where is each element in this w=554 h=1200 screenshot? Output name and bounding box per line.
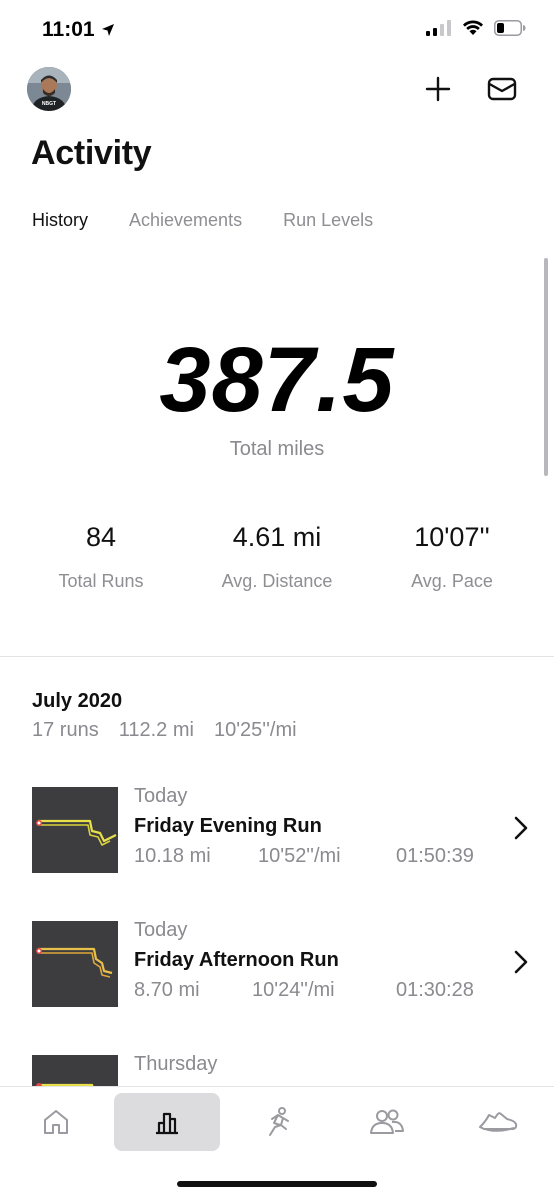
stat-value: 4.61 mi (232, 522, 322, 552)
run-list-item[interactable]: Today Friday Afternoon Run 8.70 mi 10'24… (32, 919, 532, 1007)
status-time-text: 11:01 (42, 18, 95, 41)
route-map-image (36, 819, 117, 846)
month-distance: 112.2 mi (118, 719, 194, 741)
home-indicator[interactable] (177, 1181, 377, 1187)
total-miles-value: 387.5 (159, 329, 395, 431)
tab-run[interactable] (224, 1093, 330, 1151)
stat-value: 84 (85, 522, 117, 552)
plus-icon (425, 76, 451, 102)
run-duration: 01:30:28 (396, 979, 474, 1001)
route-map-image (36, 947, 113, 978)
page-title: Activity (31, 134, 152, 172)
mail-icon (487, 77, 517, 101)
stat-avg-distance: 4.61 mi Avg. Distance (187, 522, 367, 592)
month-summary: 17 runs 112.2 mi 10'25''/mi (32, 719, 297, 742)
run-name: Friday Afternoon Run (134, 949, 339, 971)
run-pace: 10'52''/mi (258, 845, 341, 867)
run-day: Today (134, 785, 188, 807)
activity-chart-icon (156, 1112, 178, 1135)
month-pace: 10'25''/mi (213, 719, 297, 741)
cellular-signal-icon (426, 20, 451, 36)
status-time: 11:01 (42, 18, 115, 42)
tab-achievements[interactable]: Achievements (129, 210, 242, 231)
tab-shoes[interactable] (445, 1093, 551, 1151)
run-distance: 8.70 mi (134, 979, 200, 1001)
stat-label: Avg. Distance (221, 571, 333, 591)
month-runs: 17 runs (32, 719, 99, 741)
inbox-button[interactable] (485, 72, 519, 106)
run-distance: 10.18 mi (134, 845, 211, 867)
section-divider (0, 656, 554, 657)
avatar[interactable]: NBGT (27, 67, 71, 111)
run-duration: 01:50:39 (396, 845, 474, 867)
add-button[interactable] (421, 72, 455, 106)
svg-text:NBGT: NBGT (42, 101, 56, 107)
run-day: Thursday (134, 1053, 218, 1075)
status-icons (426, 20, 526, 36)
total-miles-label: Total miles (229, 438, 325, 460)
run-list-item[interactable]: Today Friday Evening Run 10.18 mi 10'52'… (32, 785, 532, 873)
tab-activity[interactable] (114, 1093, 220, 1151)
stat-avg-pace: 10'07'' Avg. Pace (362, 522, 542, 592)
stat-total-runs: 84 Total Runs (11, 522, 191, 592)
activity-screen: 11:01 NBGT Activity History Achievements… (0, 0, 554, 1200)
tab-history[interactable]: History (32, 210, 88, 231)
run-name: Friday Evening Run (134, 815, 322, 837)
tab-community[interactable] (334, 1093, 440, 1151)
friends-icon (370, 1109, 404, 1134)
route-map-thumbnail (32, 787, 118, 873)
run-day: Today (134, 919, 188, 941)
stat-label: Total Runs (58, 571, 144, 591)
wifi-icon (463, 20, 483, 35)
stat-value: 10'07'' (414, 522, 490, 552)
stat-label: Avg. Pace (411, 571, 493, 591)
chevron-right-icon (514, 950, 528, 974)
home-icon (44, 1110, 68, 1134)
route-map-thumbnail (32, 921, 118, 1007)
battery-icon (494, 20, 526, 36)
avatar-image: NBGT (27, 67, 71, 111)
runner-icon (269, 1107, 289, 1136)
tab-run-levels[interactable]: Run Levels (283, 210, 373, 231)
location-arrow-icon (101, 24, 114, 36)
segment-tabs: History Achievements Run Levels (32, 210, 373, 231)
run-pace: 10'24''/mi (252, 979, 335, 1001)
chevron-right-icon (514, 816, 528, 840)
tab-home[interactable] (3, 1093, 109, 1151)
shoe-icon (479, 1112, 518, 1132)
month-title: July 2020 (32, 690, 123, 712)
